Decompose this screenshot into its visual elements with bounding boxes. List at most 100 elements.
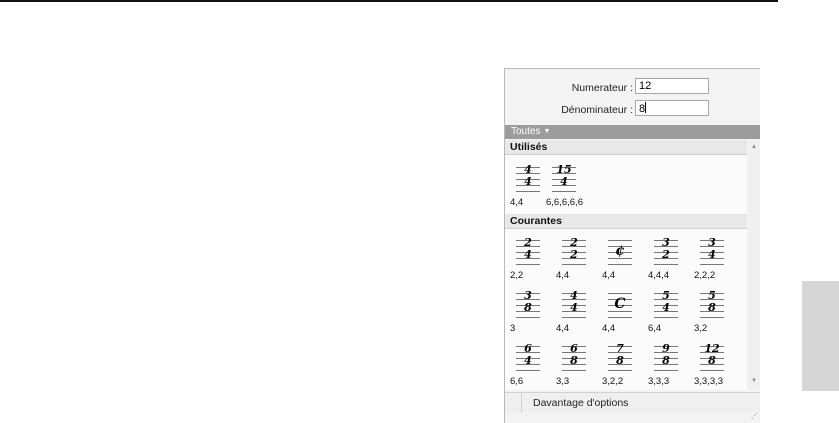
staff-line bbox=[516, 264, 540, 265]
time-signature-tile[interactable]: 5 8 3,2 bbox=[694, 287, 740, 334]
time-signature-caption: 4,4 bbox=[510, 197, 524, 208]
time-signature-fraction: 24 bbox=[510, 237, 546, 261]
numerator-row: Numerateur : 12 bbox=[505, 78, 760, 98]
time-signature-caption: 6,6,6,6,6 bbox=[546, 197, 583, 208]
time-signature-tile[interactable]: 3 2 4,4,4 bbox=[648, 234, 694, 281]
time-signature-fraction: 44 bbox=[510, 164, 546, 188]
denominator-input[interactable]: 8 bbox=[635, 100, 709, 116]
arrow-up-icon[interactable]: ▲ bbox=[748, 144, 760, 150]
time-signature-caption: 2,2 bbox=[510, 270, 524, 281]
more-options-divider bbox=[521, 393, 522, 413]
time-signature-denominator: 4 bbox=[662, 301, 670, 314]
time-signature-caption: 3,3 bbox=[556, 376, 570, 387]
numerator-input[interactable]: 12 bbox=[635, 78, 709, 94]
time-signature-fraction: 34 bbox=[694, 237, 730, 261]
time-signature-fraction: 98 bbox=[648, 343, 684, 367]
time-signature-caption: 4,4 bbox=[602, 270, 616, 281]
time-signature-fraction: 54 bbox=[648, 290, 684, 314]
staff-line bbox=[654, 370, 678, 371]
time-signature-fraction: 15 4 bbox=[546, 164, 582, 188]
time-signature-tile[interactable]: ¢ 4,4 bbox=[602, 234, 648, 281]
time-signature-denominator: 8 bbox=[662, 354, 670, 367]
staff-line bbox=[552, 191, 576, 192]
time-signature-caption: 6,6 bbox=[510, 376, 524, 387]
denominator-label: Dénominateur : bbox=[561, 104, 633, 116]
staff-line bbox=[654, 264, 678, 265]
time-signature-denominator: 8 bbox=[524, 301, 532, 314]
time-signature-fraction: 78 bbox=[602, 343, 638, 367]
time-signature-tile[interactable]: 38 3 bbox=[510, 287, 556, 334]
time-signature-tile[interactable]: 15 4 6,6,6,6,6 bbox=[546, 161, 592, 209]
time-signature-caption: 3,3,3,3 bbox=[694, 376, 724, 387]
staff-line bbox=[608, 370, 632, 371]
time-signature-tile[interactable]: 7 8 3,2,2 bbox=[602, 340, 648, 387]
filter-label: Toutes bbox=[511, 126, 541, 137]
time-signature-caption: 2,2,2 bbox=[694, 270, 716, 281]
section-header-used: Utilisés bbox=[505, 140, 747, 155]
staff-line bbox=[562, 317, 586, 318]
time-signature-caption: 3,3,3 bbox=[648, 376, 670, 387]
time-signature-denominator: 8 bbox=[708, 354, 716, 367]
vertical-scrollbar[interactable]: ▲ ▼ bbox=[748, 140, 760, 390]
time-signature-denominator: 4 bbox=[708, 248, 716, 261]
time-signature-fraction: 12 8 bbox=[694, 343, 730, 367]
time-signature-denominator: 4 bbox=[570, 301, 578, 314]
staff-line bbox=[562, 264, 586, 265]
time-signature-fraction: 38 bbox=[510, 290, 546, 314]
time-signature-tile[interactable]: 12 8 3,3,3,3 bbox=[694, 340, 740, 387]
numerator-label: Numerateur : bbox=[571, 82, 633, 94]
time-signature-fraction: 68 bbox=[556, 343, 592, 367]
staff-line bbox=[516, 370, 540, 371]
time-signature-tile[interactable]: 2 2 4,4 bbox=[556, 234, 602, 281]
time-signature-denominator: 4 bbox=[524, 175, 532, 188]
time-signature-denominator: 2 bbox=[570, 248, 578, 261]
time-signature-list: Utilisés Courantes 4 4 4,4 15 4 6,6,6,6,6 2 4 2,… bbox=[505, 140, 747, 390]
time-signature-denominator: 8 bbox=[616, 354, 624, 367]
staff-line bbox=[654, 317, 678, 318]
time-signature-denominator: 8 bbox=[570, 354, 578, 367]
more-options-bar[interactable]: Davantage d'options bbox=[505, 392, 760, 413]
time-signature-symbol: ¢ bbox=[615, 243, 625, 259]
staff-line bbox=[700, 370, 724, 371]
staff-line bbox=[700, 317, 724, 318]
staff-line bbox=[700, 264, 724, 265]
top-divider bbox=[0, 0, 778, 2]
time-signature-fraction: 58 bbox=[694, 290, 730, 314]
section-header-common: Courantes bbox=[505, 214, 747, 229]
time-signature-tile[interactable]: 9 8 3,3,3 bbox=[648, 340, 694, 387]
arrow-down-icon[interactable]: ▼ bbox=[748, 378, 760, 384]
text-caret bbox=[645, 102, 647, 113]
resize-grip-icon[interactable]: ⋰ bbox=[751, 413, 758, 420]
staff-line bbox=[562, 370, 586, 371]
time-signature-tile[interactable]: C 4,4 bbox=[602, 287, 648, 334]
time-signature-tile[interactable]: 4 4 4,4 bbox=[556, 287, 602, 334]
time-signature-caption: 4,4 bbox=[602, 323, 616, 334]
side-panel-tab[interactable] bbox=[802, 281, 839, 391]
time-signature-tile[interactable]: 6 4 6,6 bbox=[510, 340, 556, 387]
time-signature-caption: 4,4 bbox=[556, 270, 570, 281]
time-signature-fraction: 22 bbox=[556, 237, 592, 261]
time-signature-tile[interactable]: 6 8 3,3 bbox=[556, 340, 602, 387]
time-signature-denominator: 4 bbox=[524, 248, 532, 261]
more-options-label: Davantage d'options bbox=[533, 397, 629, 409]
denominator-row: Dénominateur : 8 bbox=[505, 100, 760, 120]
time-signature-caption: 4,4,4 bbox=[648, 270, 670, 281]
time-signature-fraction: 44 bbox=[556, 290, 592, 314]
time-signature-denominator: 8 bbox=[708, 301, 716, 314]
time-signature-caption: 3,2 bbox=[694, 323, 708, 334]
time-signature-denominator: 4 bbox=[560, 175, 568, 188]
time-signature-denominator: 4 bbox=[524, 354, 532, 367]
triangle-down-icon: ▼ bbox=[543, 128, 551, 135]
time-signature-fraction: 64 bbox=[510, 343, 546, 367]
time-signature-tile[interactable]: 3 4 2,2,2 bbox=[694, 234, 740, 281]
time-signature-panel: Numerateur : 12 Dénominateur : 8 Toutes ▼… bbox=[504, 68, 760, 423]
time-signature-tile[interactable]: 5 4 6,4 bbox=[648, 287, 694, 334]
filter-dropdown[interactable]: Toutes ▼ bbox=[505, 125, 760, 139]
time-signature-caption: 4,4 bbox=[556, 323, 570, 334]
time-signature-denominator: 2 bbox=[662, 248, 670, 261]
time-signature-fraction: 32 bbox=[648, 237, 684, 261]
staff-line bbox=[516, 317, 540, 318]
time-signature-caption: 3 bbox=[510, 323, 516, 334]
time-signature-tile[interactable]: 2 4 2,2 bbox=[510, 234, 556, 281]
time-signature-caption: 3,2,2 bbox=[602, 376, 624, 387]
